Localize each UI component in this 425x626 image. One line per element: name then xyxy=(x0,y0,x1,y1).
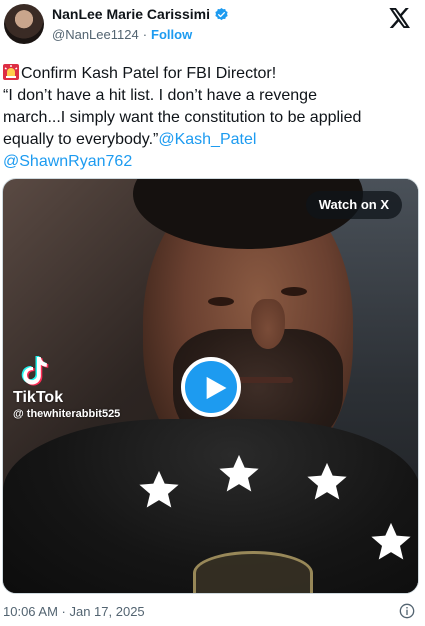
tweet-line-2: “I don’t have a hit list. I don’t have a… xyxy=(3,87,317,104)
x-logo-icon[interactable] xyxy=(389,8,411,28)
shirt-star-icon xyxy=(219,454,259,492)
tweet-line-1: Confirm Kash Patel for FBI Director! xyxy=(3,63,419,85)
author-avatar[interactable] xyxy=(4,4,44,44)
mention-shawn-ryan[interactable]: @ShawnRyan762 xyxy=(3,153,132,170)
tweet-line-4-text: equally to everybody.” xyxy=(3,131,159,148)
tiktok-brand-text: TikTok xyxy=(13,389,64,406)
video-person-nose xyxy=(251,299,285,349)
tweet-line-4: equally to everybody.”@Kash_Patel xyxy=(3,129,419,151)
info-icon[interactable] xyxy=(399,603,415,619)
author-handle[interactable]: @NanLee1124 xyxy=(52,27,139,42)
shirt-star-icon xyxy=(307,462,347,500)
verified-badge-icon xyxy=(215,7,228,20)
tweet-line-3: march...I simply want the constitution t… xyxy=(3,109,362,126)
tweet-text: Confirm Kash Patel for FBI Director! “I … xyxy=(3,63,419,173)
video-chair xyxy=(193,551,313,593)
tweet-timestamp[interactable]: 10:06 AM · Jan 17, 2025 xyxy=(3,604,145,619)
mention-kash-patel[interactable]: @Kash_Patel xyxy=(158,131,256,148)
author-name-line: NanLee Marie Carissimi xyxy=(52,6,229,22)
author-handle-line: @NanLee1124 · Follow xyxy=(52,27,192,42)
video-person-mouth xyxy=(233,377,293,383)
tiktok-watermark: TikTok @ thewhiterabbit525 xyxy=(13,355,120,420)
siren-emoji-icon xyxy=(3,64,19,80)
shirt-star-icon xyxy=(139,470,179,508)
play-button[interactable] xyxy=(181,357,241,417)
follow-button[interactable]: Follow xyxy=(151,27,192,42)
tiktok-handle-text: @ thewhiterabbit525 xyxy=(13,408,121,420)
separator-dot: · xyxy=(142,27,148,42)
tweet-header: NanLee Marie Carissimi @NanLee1124 · Fol… xyxy=(0,0,425,56)
tweet-line-5: @ShawnRyan762 xyxy=(3,151,419,173)
tiktok-logo-icon xyxy=(21,356,49,386)
video-player[interactable]: TikTok @ thewhiterabbit525 Watch on X xyxy=(2,178,419,594)
watch-on-x-button[interactable]: Watch on X xyxy=(305,191,402,219)
video-person-eye-right xyxy=(281,287,307,296)
tweet-line-1-text: Confirm Kash Patel for FBI Director! xyxy=(21,65,277,82)
play-icon xyxy=(206,376,227,400)
author-display-name[interactable]: NanLee Marie Carissimi xyxy=(52,6,210,22)
video-person-eye-left xyxy=(208,297,234,306)
shirt-star-icon xyxy=(371,522,411,560)
